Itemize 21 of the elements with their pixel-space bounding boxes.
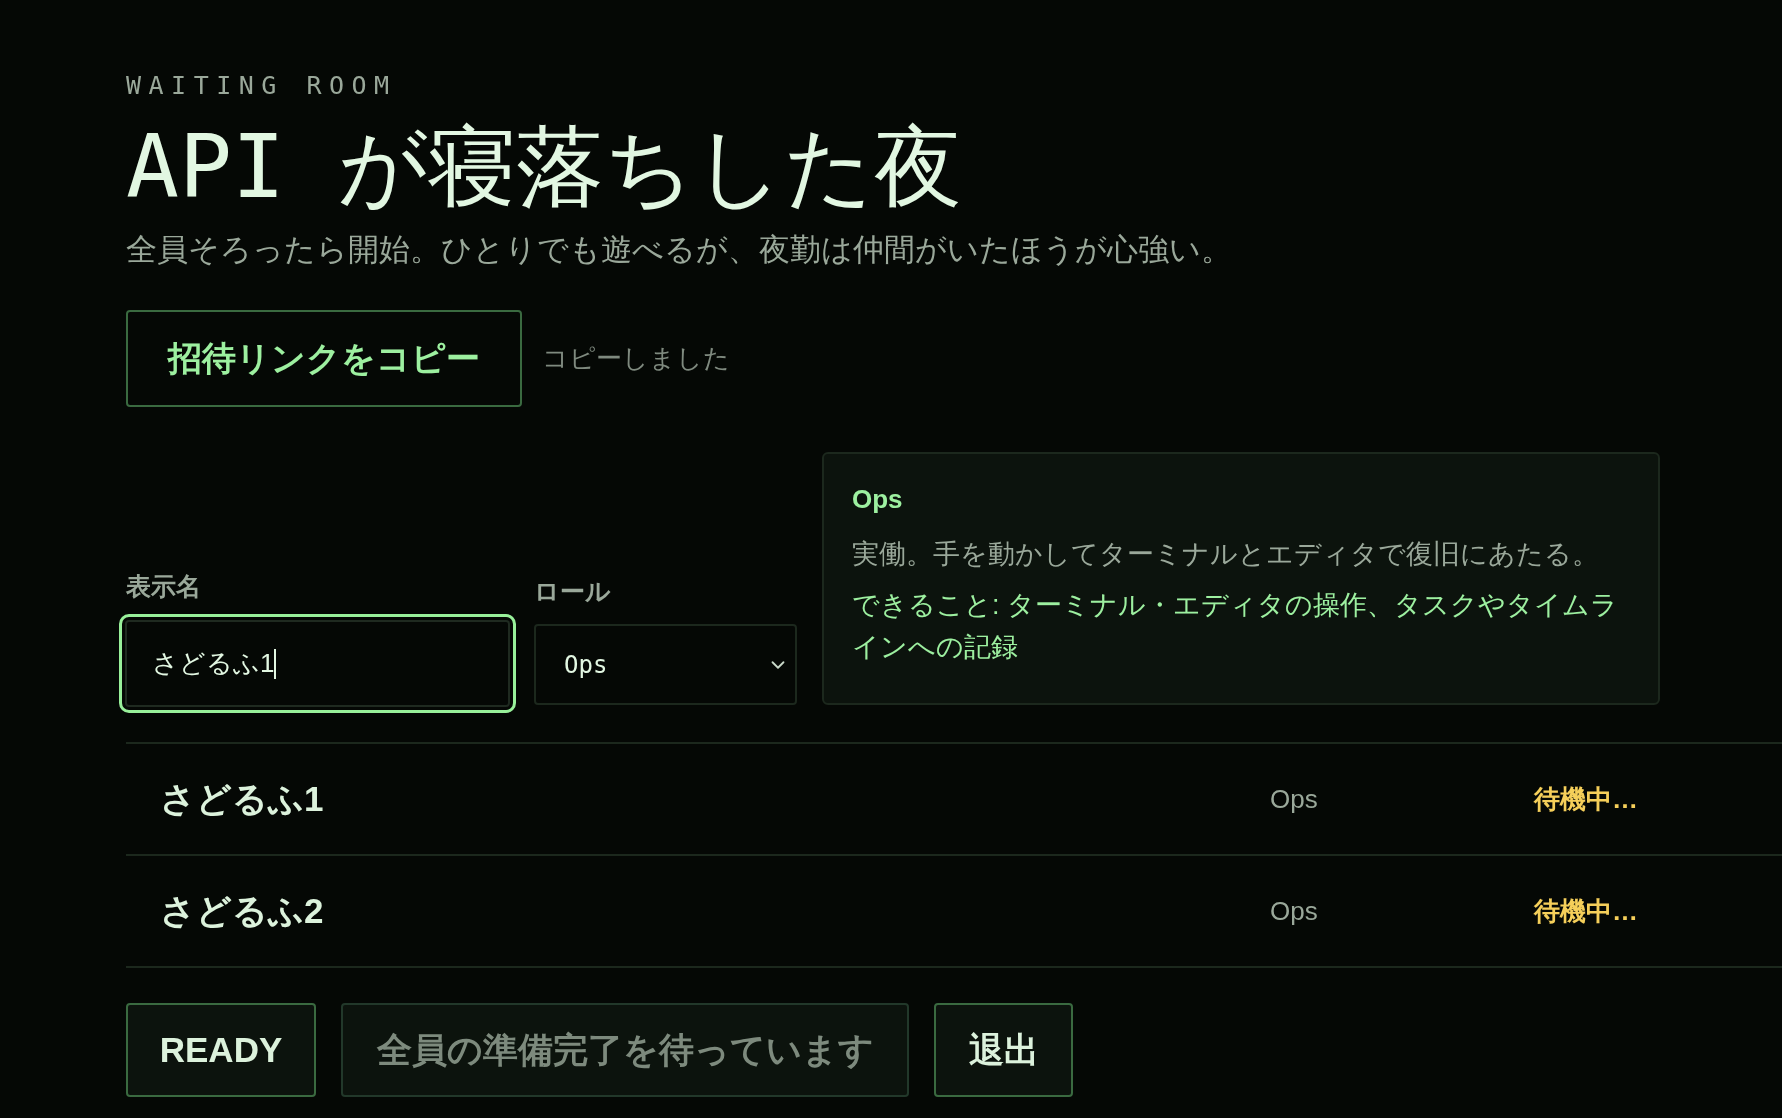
role-select[interactable]: Ops [534,624,797,705]
action-button[interactable]: READY [126,1003,316,1097]
copy-status-text: コピーしました [542,342,730,375]
player-name: さどるふ1 [160,777,324,820]
role-abilities: できること: ターミナル・エディタの操作、タスクやタイムラインへの記録 [852,589,1619,664]
player-status: 待機中… [1534,894,1638,928]
player-status: 待機中… [1534,782,1638,816]
player-name: さどるふ2 [160,889,324,932]
text-cursor-icon [274,648,277,679]
subtitle-text: 全員そろったら開始。ひとりでも遊べるが、夜勤は仲間がいたほうが心強い。 [126,231,1232,269]
eyebrow-text: WAITING ROOM [126,70,397,102]
field-label: ロール [534,576,611,606]
player-role: Ops [1270,894,1318,928]
action-button[interactable]: 退出 [934,1003,1073,1097]
page-title: API が寝落ちした夜 [126,118,962,216]
copy-invite-button[interactable]: 招待リンクをコピー [126,310,522,407]
player-role: Ops [1270,782,1318,816]
role-description: 実働。手を動かしてターミナルとエディタで復旧にあたる。 [852,538,1599,571]
role-card-title: Ops [852,483,903,516]
field-label: 表示名 [126,571,201,601]
name-input-field[interactable]: さどるふ1 [119,614,516,713]
